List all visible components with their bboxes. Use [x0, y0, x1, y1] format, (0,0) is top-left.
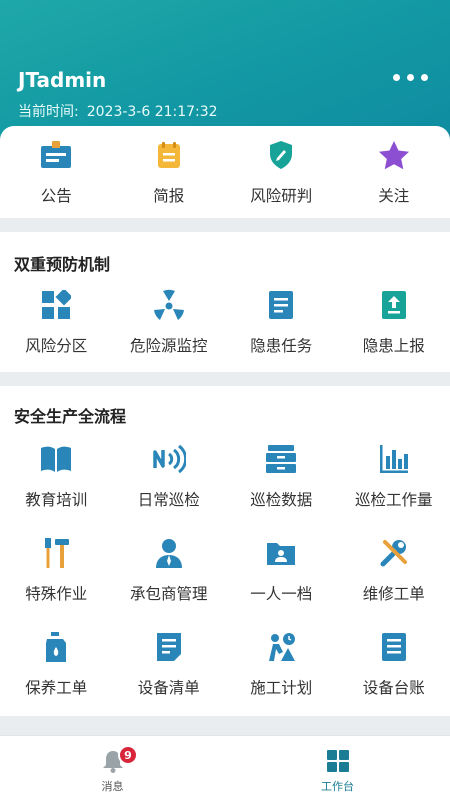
radiation-icon [152, 288, 186, 322]
tab-messages[interactable]: 9 消息 [0, 736, 225, 800]
menu-item-construction-plan[interactable]: 施工计划 [225, 618, 338, 712]
quick-actions-card: 公告 简报 风险研判 关注 [0, 126, 450, 218]
document-icon [264, 288, 298, 322]
menu-item-hazard-report[interactable]: 隐患上报 [338, 276, 450, 370]
menu-item-risk-zoning[interactable]: 风险分区 [0, 276, 113, 370]
menu-item-label: 教育培训 [25, 491, 88, 509]
tools-icon [39, 536, 73, 570]
menu-item-label: 保养工单 [25, 679, 88, 697]
menu-item-daily-inspection[interactable]: 日常巡检 [113, 430, 226, 524]
ledger-icon [377, 630, 411, 664]
tab-label: 工作台 [321, 780, 354, 793]
menu-item-label: 巡检工作量 [354, 491, 433, 509]
menu-item-label: 巡检数据 [250, 491, 313, 509]
menu-item-education[interactable]: 教育培训 [0, 430, 113, 524]
construction-icon [264, 630, 298, 664]
more-dot [421, 74, 428, 81]
grid-blocks-icon [39, 288, 73, 322]
menu-item-label: 风险分区 [25, 337, 88, 355]
menu-item-special-operations[interactable]: 特殊作业 [0, 524, 113, 618]
tab-workbench[interactable]: 工作台 [225, 736, 450, 800]
cabinet-icon [264, 442, 298, 476]
menu-item-label: 日常巡检 [137, 491, 200, 509]
announcement-icon [39, 138, 73, 172]
oil-can-icon [39, 630, 73, 664]
menu-item-label: 隐患上报 [362, 337, 425, 355]
quick-item-briefing[interactable]: 简报 [113, 126, 226, 220]
menu-item-label: 施工计划 [250, 679, 313, 697]
more-menu-button[interactable] [393, 74, 428, 81]
username: JTadmin [18, 68, 107, 92]
menu-item-label: 一人一档 [250, 585, 313, 603]
menu-item-contractor[interactable]: 承包商管理 [113, 524, 226, 618]
upload-doc-icon [377, 288, 411, 322]
folder-person-icon [264, 536, 298, 570]
menu-item-label: 设备台账 [362, 679, 425, 697]
menu-item-hazard-monitoring[interactable]: 危险源监控 [113, 276, 226, 370]
quick-item-label: 公告 [40, 187, 72, 205]
time-value: 2023-3-6 21:17:32 [86, 104, 218, 120]
wrench-icon [377, 536, 411, 570]
person-icon [152, 536, 186, 570]
menu-item-maintenance-order[interactable]: 保养工单 [0, 618, 113, 712]
grid-icon [325, 748, 351, 774]
more-dot [407, 74, 414, 81]
menu-item-hazard-tasks[interactable]: 隐患任务 [225, 276, 338, 370]
menu-item-label: 危险源监控 [129, 337, 208, 355]
menu-item-label: 承包商管理 [129, 585, 208, 603]
messages-badge: 9 [118, 745, 138, 765]
star-icon [377, 138, 411, 172]
section-dual-prevention: 双重预防机制 风险分区 危险源监控 隐患任务 隐患上报 [0, 232, 450, 372]
menu-item-equipment-ledger[interactable]: 设备台账 [338, 618, 450, 712]
briefing-icon [152, 138, 186, 172]
nfc-icon [152, 442, 186, 476]
section-title: 安全生产全流程 [14, 407, 127, 426]
menu-item-label: 隐患任务 [250, 337, 313, 355]
menu-item-repair-order[interactable]: 维修工单 [338, 524, 450, 618]
menu-item-label: 维修工单 [362, 585, 425, 603]
section-title: 双重预防机制 [14, 255, 111, 274]
menu-item-label: 设备清单 [137, 679, 200, 697]
shield-icon [264, 138, 298, 172]
menu-item-label: 特殊作业 [25, 585, 88, 603]
current-time: 当前时间: 2023-3-6 21:17:32 [18, 101, 218, 121]
menu-item-inspection-workload[interactable]: 巡检工作量 [338, 430, 450, 524]
menu-item-equipment-list[interactable]: 设备清单 [113, 618, 226, 712]
quick-item-label: 简报 [153, 187, 185, 205]
quick-item-announcement[interactable]: 公告 [0, 126, 113, 220]
quick-item-label: 风险研判 [250, 187, 313, 205]
bottom-tab-bar: 9 消息 工作台 [0, 735, 450, 800]
book-icon [39, 442, 73, 476]
menu-item-personal-file[interactable]: 一人一档 [225, 524, 338, 618]
more-dot [393, 74, 400, 81]
quick-item-risk-assessment[interactable]: 风险研判 [225, 126, 338, 220]
section-safety-process: 安全生产全流程 教育培训 日常巡检 巡检数据 巡检工作量 特殊作业 承包商管理 … [0, 386, 450, 716]
quick-item-follow[interactable]: 关注 [338, 126, 450, 220]
quick-item-label: 关注 [378, 187, 410, 205]
list-doc-icon [152, 630, 186, 664]
tab-label: 消息 [101, 780, 124, 793]
time-label: 当前时间: [18, 104, 79, 120]
bar-chart-icon [377, 442, 411, 476]
menu-item-inspection-data[interactable]: 巡检数据 [225, 430, 338, 524]
